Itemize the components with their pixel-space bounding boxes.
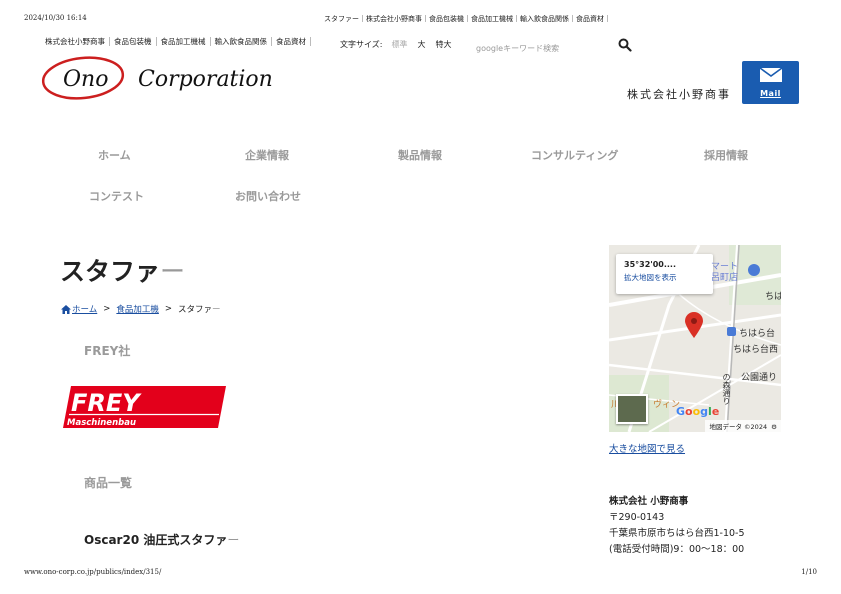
- product-list-heading: 商品一覧: [84, 476, 133, 490]
- print-footer: www.ono-corp.co.jp/publics/index/315/ 1/…: [24, 568, 817, 580]
- frey-logo-main: FREY: [71, 389, 142, 417]
- map-label-station: ちはら台: [739, 329, 776, 339]
- maker-heading: FREY社: [84, 344, 131, 358]
- breadcrumb-current-dash: ー: [212, 305, 221, 315]
- print-datetime: 2024/10/30 16:14: [24, 14, 87, 22]
- home-icon: [61, 304, 71, 314]
- logo-mark-text: Ono: [63, 67, 108, 92]
- nav-products[interactable]: 製品情報: [398, 147, 442, 163]
- map-label-road: の森通り: [722, 373, 731, 405]
- map-label-chiha: ちは: [765, 292, 781, 302]
- product-title-main: Oscar20 油圧式スタファ: [84, 533, 228, 547]
- map-label-park: 公園通り: [741, 373, 778, 383]
- header-company-name: 株式会社小野商事: [627, 88, 731, 101]
- font-size-standard[interactable]: 標準: [391, 39, 407, 50]
- mail-icon: [759, 67, 783, 87]
- gear-icon[interactable]: ⚙: [771, 423, 777, 431]
- address-street: 千葉県市原市ちはら台西1-10-5: [609, 528, 745, 539]
- breadcrumb-current: スタファー: [178, 303, 221, 315]
- font-size-xlarge[interactable]: 特大: [435, 39, 451, 50]
- mail-label: Mail: [760, 89, 781, 98]
- page-title-dash: ー: [160, 257, 186, 286]
- nav-recruit[interactable]: 採用情報: [704, 147, 748, 163]
- breadcrumb-current-main: スタファ: [178, 305, 213, 315]
- product-title-dash: ー: [227, 533, 240, 547]
- map-coordinates: 35°32'00....: [624, 260, 677, 269]
- mail-button[interactable]: Mail: [742, 61, 799, 104]
- breadcrumb: ホーム > 食品加工機 > スタファー: [61, 303, 221, 315]
- top-link-packaging[interactable]: 食品包装機: [110, 37, 157, 46]
- map-info-bubble: 35°32'00.... 拡大地図を表示: [616, 254, 713, 294]
- map-pin-icon[interactable]: [685, 312, 703, 342]
- breadcrumb-category[interactable]: 食品加工機: [116, 303, 159, 315]
- big-map-link[interactable]: 大きな地図で見る: [609, 441, 685, 455]
- google-logo-letter: e: [711, 405, 720, 418]
- frey-logo: FREY Maschinenbau: [63, 386, 226, 428]
- top-link-import[interactable]: 輸入飲食品関係: [211, 37, 272, 46]
- search-icon[interactable]: [618, 37, 632, 52]
- product-title: Oscar20 油圧式スタファー: [84, 531, 239, 548]
- company-address: 株式会社 小野商事 〒290-0143 千葉県市原市ちはら台西1-10-5 (電…: [609, 494, 745, 558]
- breadcrumb-home-label: ホーム: [72, 305, 98, 315]
- google-logo-letter: G: [676, 405, 686, 418]
- page-title: スタファー: [60, 252, 185, 288]
- frey-logo-sub: Maschinenbau: [67, 418, 136, 428]
- print-page-number: 1/10: [801, 568, 817, 576]
- font-size-switcher: 文字サイズ: 標準 大 特大: [340, 39, 456, 50]
- google-logo: Google: [676, 405, 719, 418]
- nav-consulting[interactable]: コンサルティング: [531, 147, 618, 163]
- search-box: [476, 36, 634, 57]
- address-hours: (電話受付時間)9：00〜18：00: [609, 544, 745, 555]
- nav-contest[interactable]: コンテスト: [89, 188, 144, 204]
- page-title-main: スタファ: [60, 257, 161, 286]
- map-attribution-text: 地図データ ©2024: [709, 423, 768, 431]
- search-input[interactable]: [476, 40, 606, 57]
- google-logo-letter: g: [700, 405, 709, 418]
- top-link-materials[interactable]: 食品資材: [272, 37, 311, 46]
- top-link-processing[interactable]: 食品加工機械: [157, 37, 211, 46]
- address-postal: 〒290-0143: [609, 512, 665, 523]
- print-header: 2024/10/30 16:14 スタファー｜株式会社小野商事｜食品包装機｜食品…: [24, 14, 817, 26]
- print-url: www.ono-corp.co.jp/publics/index/315/: [24, 568, 162, 576]
- map-label-station-west: ちはら台西: [733, 345, 779, 355]
- google-logo-letter: o: [685, 405, 693, 418]
- logo-wordmark-text: Corporation: [138, 67, 273, 92]
- font-size-label: 文字サイズ:: [340, 40, 383, 49]
- map-label-store: 呂町店: [711, 273, 739, 283]
- nav-company-info[interactable]: 企業情報: [245, 147, 289, 163]
- breadcrumb-separator: >: [103, 304, 111, 314]
- map-attribution: 地図データ ©2024 ⚙: [705, 420, 781, 432]
- nav-contact[interactable]: お問い合わせ: [235, 188, 301, 204]
- top-link-company[interactable]: 株式会社小野商事: [45, 37, 110, 46]
- google-map[interactable]: 35°32'00.... 拡大地図を表示 マート 呂町店 ちは ちはら台 ちはら…: [609, 245, 781, 432]
- nav-home[interactable]: ホーム: [98, 147, 131, 163]
- address-company: 株式会社 小野商事: [609, 496, 689, 507]
- breadcrumb-separator: >: [164, 304, 173, 314]
- site-logo[interactable]: Ono Corporation: [40, 54, 275, 102]
- breadcrumb-home[interactable]: ホーム: [61, 303, 97, 315]
- satellite-toggle[interactable]: [616, 394, 648, 424]
- map-enlarge-link[interactable]: 拡大地図を表示: [624, 272, 705, 283]
- top-links: 株式会社小野商事 食品包装機 食品加工機械 輸入飲食品関係 食品資材: [45, 37, 311, 46]
- print-doc-title: スタファー｜株式会社小野商事｜食品包装機｜食品加工機械｜輸入飲食品関係｜食品資材…: [324, 15, 611, 23]
- font-size-large[interactable]: 大: [417, 39, 425, 50]
